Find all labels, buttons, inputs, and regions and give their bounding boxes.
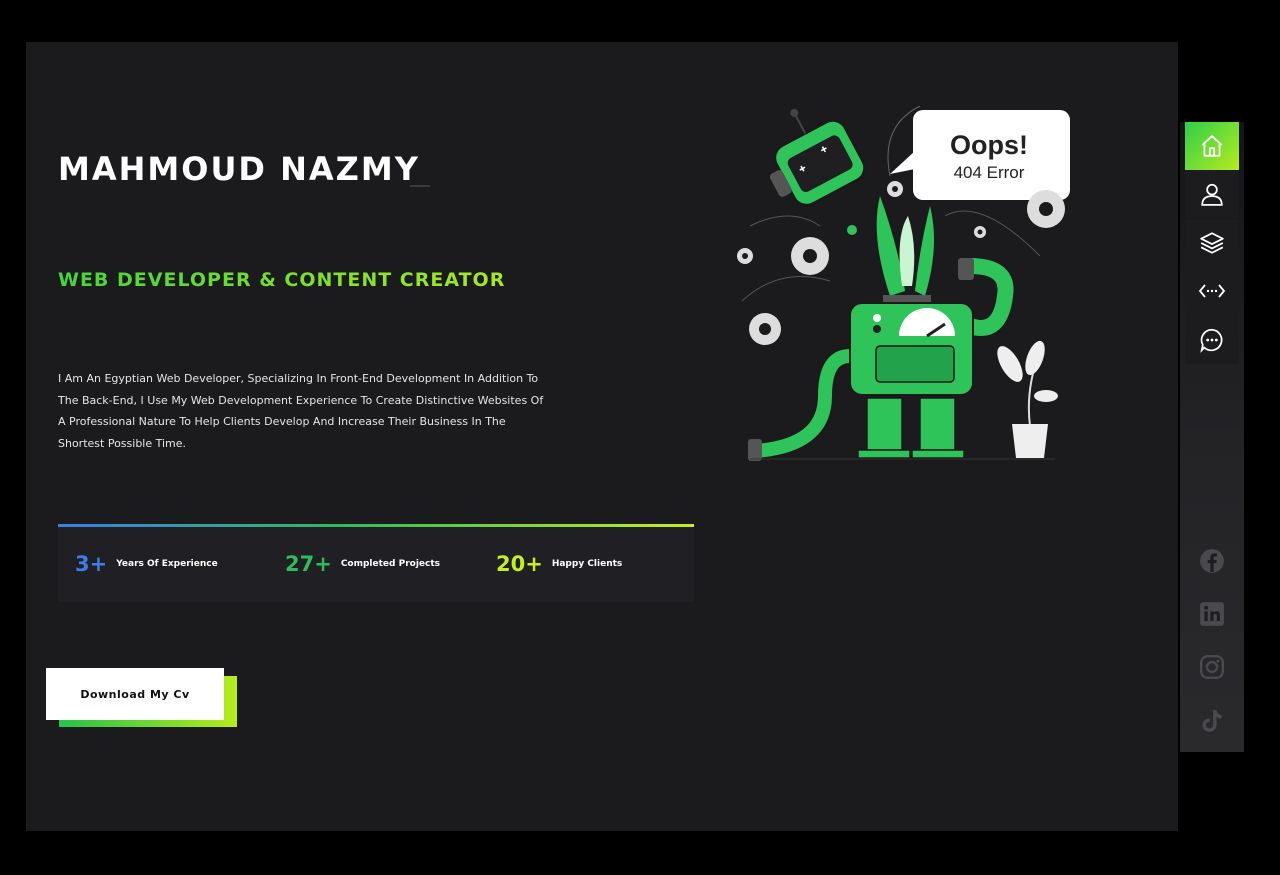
nav-contact[interactable] [1185,316,1239,364]
social-facebook[interactable] [1185,537,1239,585]
stat-value: 3+ [75,552,108,576]
nav-projects[interactable] [1185,267,1239,315]
robot-body [849,295,974,396]
code-icon [1198,284,1226,298]
plant-decoration [997,340,1058,458]
typing-caret [410,185,430,187]
social-instagram[interactable] [1185,643,1239,691]
stats-card: 3+ Years Of Experience 27+ Completed Pro… [58,524,694,602]
stat-value: 27+ [285,552,332,576]
stats-gradient-bar [58,524,694,527]
stat-label: Years Of Experience [116,559,218,569]
stat-value: 20+ [496,552,543,576]
bubble-title: Oops! [950,130,1028,160]
linkedin-icon [1200,602,1224,626]
layers-icon [1200,232,1224,254]
stat-projects: 27+ Completed Projects [285,552,440,576]
nav-services[interactable] [1185,219,1239,267]
robot-404-illustration: Oops! 404 Error [737,105,1070,461]
stat-label: Happy Clients [551,559,623,569]
explosion-leaves [876,196,934,296]
speech-bubble: Oops! 404 Error [890,110,1070,200]
social-linkedin[interactable] [1185,590,1239,638]
user-icon [1201,183,1223,206]
download-cv-button[interactable]: Download My Cv [46,668,224,720]
sidebar-nav [1180,122,1244,752]
hero-name: MAHMOUD NAZMY [58,150,420,188]
stat-label: Completed Projects [340,559,441,569]
nav-about[interactable] [1185,170,1239,218]
hero-bio: I Am An Egyptian Web Developer, Speciali… [58,372,544,450]
home-icon [1201,135,1223,157]
facebook-icon [1200,549,1224,573]
hero-role: WEB DEVELOPER & CONTENT CREATOR [58,269,506,291]
bubble-text: 404 Error [954,163,1025,182]
chat-icon [1200,328,1223,353]
robot-head [769,108,867,207]
stat-clients: 20+ Happy Clients [496,552,622,576]
robot-legs [857,397,965,459]
nav-home[interactable] [1185,122,1239,170]
social-tiktok[interactable] [1185,697,1239,745]
stat-experience: 3+ Years Of Experience [75,552,218,576]
tiktok-icon [1202,710,1222,732]
instagram-icon [1199,654,1225,680]
